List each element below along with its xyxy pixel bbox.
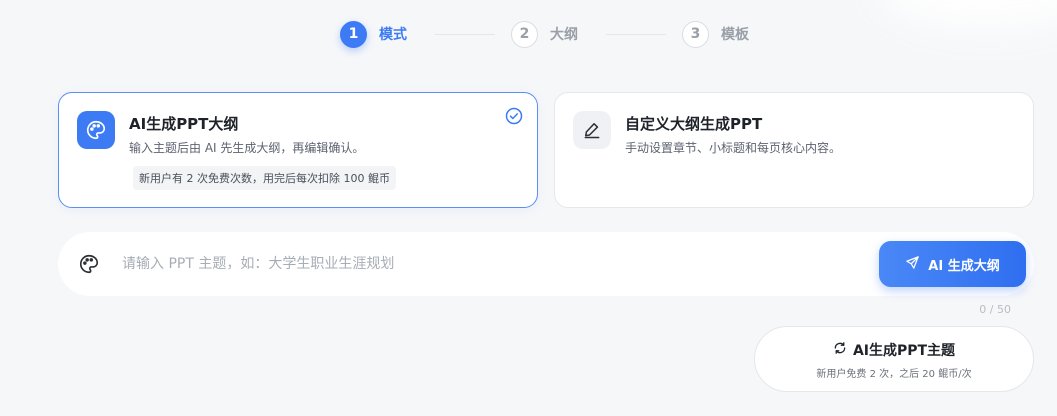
theme-button-title: AI生成PPT主题: [852, 343, 956, 359]
send-icon: [905, 255, 920, 274]
step-template[interactable]: 3 模板: [682, 20, 749, 48]
generate-outline-button[interactable]: AI 生成大纲: [879, 241, 1026, 287]
mode-title: AI生成PPT大纲: [129, 115, 239, 133]
step-number: 2: [511, 20, 538, 48]
step-divider: [435, 33, 495, 35]
edit-icon: [573, 111, 611, 149]
generate-outline-label: AI 生成大纲: [928, 258, 1000, 274]
stepper: 1 模式 2 大纲 3 模板: [340, 20, 749, 48]
palette-icon: [77, 111, 115, 149]
mode-description: 手动设置章节、小标题和每页核心内容。: [625, 141, 842, 155]
topic-input[interactable]: [122, 244, 862, 284]
step-number: 1: [340, 20, 367, 48]
free-quota-badge: 新用户有 2 次免费次数，用完后每次扣除 100 鲲币: [133, 166, 396, 190]
generate-theme-button[interactable]: AI生成PPT主题 新用户免费 2 次，之后 20 鲲币/次: [754, 326, 1034, 392]
char-counter: 0 / 50: [979, 303, 1011, 316]
step-number: 3: [682, 20, 709, 48]
theme-button-title-row: AI生成PPT主题: [755, 340, 1033, 360]
step-label: 模式: [379, 27, 407, 43]
mode-title: 自定义大纲生成PPT: [625, 115, 763, 133]
check-circle-icon: [505, 107, 523, 129]
theme-button-subtitle: 新用户免费 2 次，之后 20 鲲币/次: [816, 369, 972, 380]
refresh-icon: [833, 341, 847, 359]
step-mode[interactable]: 1 模式: [340, 20, 407, 48]
topic-input-bar: AI 生成大纲: [58, 232, 1034, 296]
mode-card-ai[interactable]: AI生成PPT大纲 输入主题后由 AI 先生成大纲，再编辑确认。 新用户有 2 …: [58, 92, 538, 208]
mode-card-custom[interactable]: 自定义大纲生成PPT 手动设置章节、小标题和每页核心内容。: [554, 92, 1034, 208]
mode-description: 输入主题后由 AI 先生成大纲，再编辑确认。: [129, 141, 365, 155]
step-label: 大纲: [550, 27, 578, 43]
background-glow: [877, 0, 1057, 30]
step-outline[interactable]: 2 大纲: [511, 20, 578, 48]
palette-icon: [78, 253, 100, 279]
step-divider: [606, 33, 666, 35]
step-label: 模板: [721, 27, 749, 43]
